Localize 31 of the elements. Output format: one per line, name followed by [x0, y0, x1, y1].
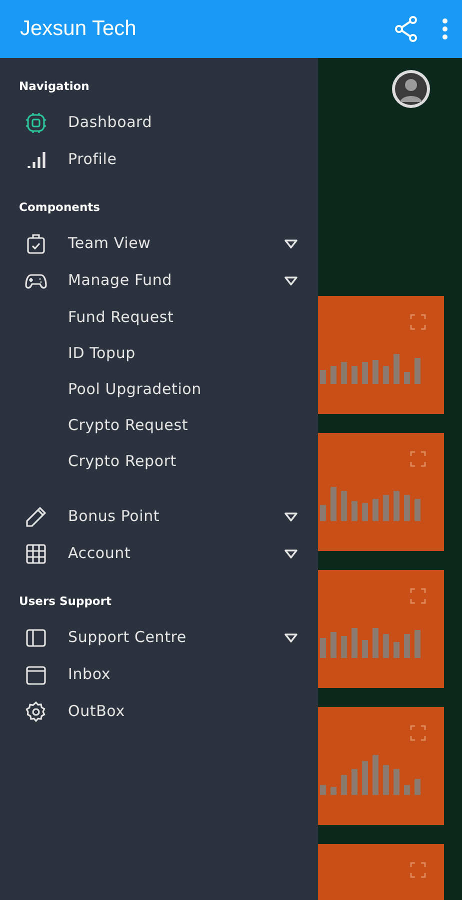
section-heading: Users Support [18, 593, 113, 610]
drawer-item[interactable]: Account [0, 535, 318, 572]
submenu-item[interactable]: Crypto Report [68, 450, 176, 472]
fullscreen-icon[interactable] [410, 451, 426, 467]
drawer-item[interactable]: Inbox [0, 656, 318, 693]
drawer-item[interactable]: Bonus Point [0, 498, 318, 535]
caret-icon[interactable] [284, 512, 298, 522]
section-heading: Components [18, 199, 101, 216]
caret-icon[interactable] [284, 632, 298, 642]
fullscreen-icon[interactable] [410, 588, 426, 604]
app-title: Jexsun Tech [20, 16, 136, 42]
fullscreen-icon[interactable] [410, 725, 426, 741]
drawer-item[interactable]: Support Centre [0, 619, 318, 656]
drawer-item[interactable]: Dashboard [0, 104, 318, 141]
caret-icon[interactable] [284, 238, 298, 248]
drawer-item[interactable]: Profile [0, 141, 318, 178]
drawer-item[interactable]: Manage Fund [0, 262, 318, 299]
fullscreen-icon[interactable] [410, 314, 426, 330]
drawer-item[interactable]: OutBox [0, 693, 318, 730]
submenu-item[interactable]: Crypto Request [68, 414, 188, 436]
submenu-item[interactable]: ID Topup [68, 342, 136, 364]
submenu-item[interactable]: Pool Upgradetion [68, 378, 202, 400]
submenu-item[interactable]: Fund Request [68, 306, 174, 328]
avatar-icon [391, 69, 431, 109]
caret-icon[interactable] [284, 548, 298, 558]
more-icon[interactable] [442, 18, 448, 40]
drawer-item[interactable]: Team View [0, 225, 318, 262]
fullscreen-icon[interactable] [410, 862, 426, 878]
section-heading: Navigation [18, 78, 90, 95]
caret-icon[interactable] [284, 276, 298, 286]
share-icon[interactable] [394, 16, 418, 42]
